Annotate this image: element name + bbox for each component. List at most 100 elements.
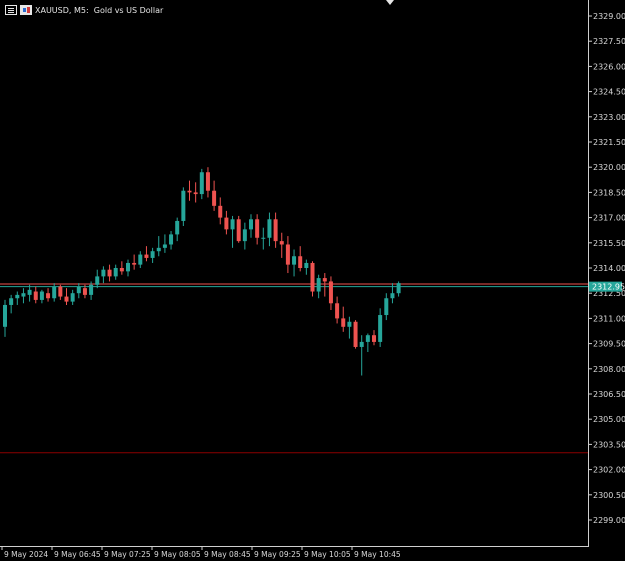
- price-label: 2321.50: [593, 138, 625, 147]
- price-label: 2326.00: [593, 62, 625, 71]
- candle-body: [249, 219, 253, 230]
- candle-body: [212, 190, 217, 206]
- candle-body: [46, 293, 51, 299]
- price-label: 2305.00: [593, 415, 625, 424]
- chart-window[interactable]: 2329.00 2327.50 2326.00 2324.50 2323.00 2321.…: [0, 0, 625, 561]
- candle-body: [304, 262, 309, 268]
- candle-body: [261, 237, 266, 239]
- price-scale: 2329.00 2327.50 2326.00 2324.50 2323.00 2321.…: [588, 12, 625, 525]
- candle-body: [273, 219, 278, 242]
- price-label: 2315.50: [593, 239, 625, 248]
- candle-body: [33, 291, 38, 300]
- candle-body: [279, 241, 284, 245]
- candle-body: [372, 335, 376, 342]
- candle-body: [107, 269, 112, 277]
- price-label: 2320.00: [593, 163, 625, 172]
- candle-body: [138, 254, 143, 265]
- candle-body: [224, 217, 229, 230]
- candle-body: [162, 244, 167, 248]
- price-label: 2324.50: [593, 88, 625, 97]
- candle-body: [236, 219, 241, 242]
- price-label: 2329.00: [593, 12, 625, 21]
- price-label: 2306.50: [593, 390, 625, 399]
- candle-body: [144, 254, 149, 258]
- candle-body: [365, 335, 370, 342]
- candle-body: [181, 190, 186, 221]
- price-label: 2309.50: [593, 340, 625, 349]
- candle-body: [328, 281, 333, 304]
- current-price-tag-layer: 2312.95: [589, 281, 625, 292]
- candle-body: [193, 192, 198, 195]
- time-label: 9 May 08:45: [204, 550, 251, 559]
- candle-body: [205, 172, 210, 191]
- time-label: 9 May 07:25: [104, 550, 151, 559]
- candle-body: [230, 219, 235, 230]
- candle-body: [378, 315, 383, 342]
- candle-body: [119, 268, 124, 272]
- candle-body: [101, 269, 106, 277]
- price-label: 2300.50: [593, 491, 625, 500]
- candle-body: [113, 268, 118, 277]
- candle-body: [255, 219, 260, 238]
- candle-body: [156, 247, 161, 252]
- symbol-icon[interactable]: [20, 5, 32, 15]
- candle-body: [285, 244, 290, 265]
- candle-body: [347, 321, 352, 327]
- chart-header: XAUUSD, M5: Gold vs US Dollar: [5, 4, 163, 16]
- candle-body: [335, 303, 340, 319]
- price-label: 2327.50: [593, 37, 625, 46]
- chart-shift-marker-icon[interactable]: [386, 0, 394, 5]
- price-label: 2302.00: [593, 466, 625, 475]
- candle-body: [58, 286, 63, 297]
- price-label: 2303.50: [593, 440, 625, 449]
- current-price-label: 2312.95: [592, 283, 625, 292]
- candle-body: [199, 172, 204, 195]
- candle-body: [267, 219, 272, 238]
- candle-body: [341, 318, 346, 327]
- candles-layer: [3, 167, 401, 376]
- candle-body: [292, 256, 297, 265]
- chart-menu-icon[interactable]: [5, 5, 17, 15]
- time-label: 9 May 10:45: [354, 550, 401, 559]
- candle-body: [82, 288, 87, 295]
- chart-svg[interactable]: 2329.00 2327.50 2326.00 2324.50 2323.00 2321.…: [0, 0, 625, 561]
- candle-body: [310, 262, 315, 292]
- price-label: 2311.00: [593, 314, 625, 323]
- candle-body: [396, 283, 401, 294]
- candle-body: [70, 293, 75, 302]
- candle-body: [242, 229, 247, 242]
- candle-body: [21, 293, 26, 297]
- candle-body: [359, 341, 364, 347]
- price-label: 2314.00: [593, 264, 625, 273]
- candle-body: [169, 234, 174, 245]
- candle-body: [9, 298, 14, 305]
- candle-body: [150, 251, 155, 258]
- candle-body: [52, 286, 57, 299]
- candle-body: [27, 289, 32, 295]
- time-label: 9 May 08:05: [154, 550, 201, 559]
- time-label: 9 May 10:05: [304, 550, 351, 559]
- candle-body: [132, 262, 137, 265]
- time-label: 9 May 2024: [4, 550, 48, 559]
- candle-body: [64, 296, 69, 302]
- candle-body: [218, 205, 223, 218]
- candle-body: [89, 284, 94, 295]
- price-label: 2318.50: [593, 188, 625, 197]
- candle-body: [39, 291, 44, 300]
- candle-body: [3, 304, 7, 327]
- time-label: 9 May 06:45: [54, 550, 101, 559]
- time-label: 9 May 09:25: [254, 550, 301, 559]
- candle-body: [384, 298, 389, 316]
- candle-body: [353, 321, 358, 347]
- price-label: 2308.00: [593, 365, 625, 374]
- candle-body: [298, 256, 303, 268]
- price-label: 2299.00: [593, 516, 625, 525]
- candle-body: [187, 190, 192, 193]
- price-label: 2317.00: [593, 214, 625, 223]
- price-label: 2323.00: [593, 113, 625, 122]
- candle-body: [390, 293, 395, 299]
- candle-body: [175, 220, 180, 235]
- candle-body: [15, 294, 20, 299]
- candle-body: [76, 286, 81, 294]
- candle-body: [322, 278, 327, 282]
